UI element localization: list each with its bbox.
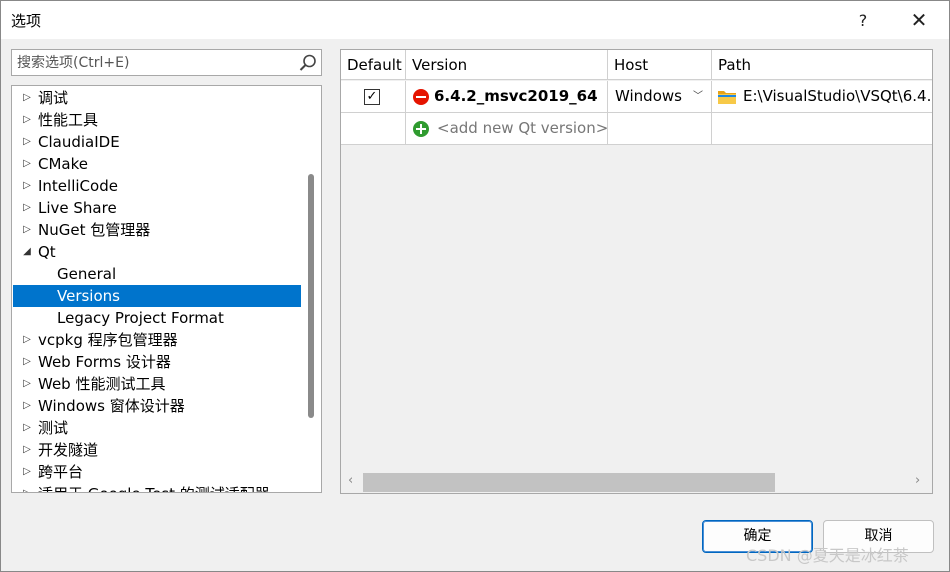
tree-item[interactable]: ▷ 测试 — [13, 417, 301, 439]
horizontal-scroll-thumb[interactable] — [363, 473, 775, 492]
close-button[interactable]: ✕ — [897, 3, 941, 37]
grid-header: Default Version Host Path — [341, 50, 932, 80]
add-version-cell[interactable]: <add new Qt version> — [406, 113, 608, 144]
search-box — [11, 49, 322, 76]
tree-item[interactable]: ▷ 调试 — [13, 87, 301, 109]
window-title: 选项 — [11, 12, 42, 30]
table-row: ✓ 6.4.2_msvc2019_64 Windows ﹀ E:\VisualS… — [341, 81, 933, 113]
tree-item[interactable]: ▷ ClaudiaIDE — [13, 131, 301, 153]
tree-item-label: Web Forms 设计器 — [38, 353, 171, 371]
expand-arrow-icon[interactable]: ▷ — [21, 219, 33, 241]
tree-item[interactable]: ▷ Web 性能测试工具 — [13, 373, 301, 395]
column-header-default[interactable]: Default — [341, 50, 406, 80]
scroll-right-icon[interactable]: › — [915, 473, 920, 488]
empty-cell — [341, 113, 406, 144]
tree-item-label: vcpkg 程序包管理器 — [38, 331, 178, 349]
scroll-left-icon[interactable]: ‹ — [348, 473, 353, 488]
expand-arrow-icon[interactable]: ▷ — [21, 373, 33, 395]
expand-arrow-icon[interactable]: ▷ — [21, 395, 33, 417]
tree-item-label: NuGet 包管理器 — [38, 221, 151, 239]
tree-item-label: Web 性能测试工具 — [38, 375, 166, 393]
watermark: CSDN @夏天是冰红茶 — [746, 546, 909, 565]
tree-scrollbar[interactable] — [308, 174, 314, 418]
chevron-down-icon[interactable]: ﹀ — [693, 81, 703, 112]
tree-item-label: Legacy Project Format — [57, 309, 224, 327]
tree-item[interactable]: ▷ Web Forms 设计器 — [13, 351, 301, 373]
tree-item[interactable]: ▷ 跨平台 — [13, 461, 301, 483]
folder-icon[interactable] — [718, 90, 736, 104]
expand-arrow-icon[interactable]: ▷ — [21, 483, 33, 492]
tree-item[interactable]: ▷ CMake — [13, 153, 301, 175]
tree-item-label: 适用于 Google Test 的测试适配器 — [38, 483, 270, 492]
title-bar: 选项 ? ✕ — [1, 1, 949, 39]
tree-item-label: CMake — [38, 155, 88, 173]
tree-item[interactable]: ▷ Live Share — [13, 197, 301, 219]
options-tree: ▷ 调试 ▷ 性能工具 ▷ ClaudiaIDE ▷ CMake ▷ IntelliCode ▷ Li… — [11, 85, 322, 493]
tree-item[interactable]: ▷ NuGet 包管理器 — [13, 219, 301, 241]
tree-item-label: IntelliCode — [38, 177, 118, 195]
column-header-version[interactable]: Version — [406, 50, 608, 80]
expand-arrow-icon[interactable]: ▷ — [21, 87, 33, 109]
empty-cell — [712, 113, 932, 144]
host-cell[interactable]: Windows ﹀ — [608, 81, 712, 112]
expand-arrow-icon[interactable]: ▷ — [21, 153, 33, 175]
help-button[interactable]: ? — [841, 3, 885, 37]
tree-item-label: Versions — [57, 287, 120, 305]
expand-arrow-icon[interactable]: ▷ — [21, 439, 33, 461]
tree-item-label: General — [57, 265, 117, 283]
error-icon — [413, 89, 429, 105]
tree-item-label: Qt — [38, 243, 56, 261]
expand-arrow-icon[interactable]: ▷ — [21, 131, 33, 153]
tree-item-label: ClaudiaIDE — [38, 133, 120, 151]
tree-item[interactable]: ▷ vcpkg 程序包管理器 — [13, 329, 301, 351]
collapse-arrow-icon[interactable]: ◢ — [21, 241, 33, 263]
tree-item-label: 性能工具 — [38, 111, 99, 129]
expand-arrow-icon[interactable]: ▷ — [21, 109, 33, 131]
tree-item-label: 测试 — [38, 419, 69, 437]
tree-item[interactable]: ◢ Qt — [13, 241, 301, 263]
path-cell[interactable]: E:\VisualStudio\VSQt\6.4.2 — [712, 81, 933, 112]
tree-item[interactable]: ▷ IntelliCode — [13, 175, 301, 197]
expand-arrow-icon[interactable]: ▷ — [21, 329, 33, 351]
default-checkbox[interactable]: ✓ — [364, 89, 380, 105]
expand-arrow-icon[interactable]: ▷ — [21, 197, 33, 219]
column-header-host[interactable]: Host — [608, 50, 712, 80]
tree-item-label: Live Share — [38, 199, 117, 217]
tree-item-label: 调试 — [38, 89, 69, 107]
horizontal-scrollbar[interactable]: ‹ › — [341, 470, 932, 493]
path-value: E:\VisualStudio\VSQt\6.4.2 — [743, 87, 933, 105]
tree-item-label: 开发隧道 — [38, 441, 99, 459]
tree-item[interactable]: ▷ 适用于 Google Test 的测试适配器 — [13, 483, 301, 492]
qt-versions-grid: Default Version Host Path ✓ 6.4.2_msvc20… — [340, 49, 933, 494]
default-cell: ✓ — [341, 81, 406, 112]
tree-item[interactable]: General — [13, 263, 301, 285]
add-version-row: <add new Qt version> — [341, 113, 932, 145]
host-value: Windows — [615, 87, 682, 105]
expand-arrow-icon[interactable]: ▷ — [21, 461, 33, 483]
empty-cell — [608, 113, 712, 144]
search-input[interactable] — [12, 50, 282, 75]
add-icon — [413, 121, 429, 137]
column-header-path[interactable]: Path — [712, 50, 932, 80]
tree-item-label: 跨平台 — [38, 463, 84, 481]
tree-item[interactable]: ▷ Windows 窗体设计器 — [13, 395, 301, 417]
tree-item-label: Windows 窗体设计器 — [38, 397, 185, 415]
search-icon[interactable] — [298, 53, 318, 73]
options-dialog: 选项 ? ✕ ▷ 调试 ▷ 性能工具 ▷ ClaudiaIDE ▷ CMake ▷ Intelli… — [0, 0, 950, 572]
version-cell[interactable]: 6.4.2_msvc2019_64 — [406, 81, 608, 112]
tree-item[interactable]: Versions — [13, 285, 301, 307]
tree-item[interactable]: ▷ 开发隧道 — [13, 439, 301, 461]
add-version-label: <add new Qt version> — [437, 119, 608, 137]
tree-item[interactable]: Legacy Project Format — [13, 307, 301, 329]
expand-arrow-icon[interactable]: ▷ — [21, 417, 33, 439]
version-name: 6.4.2_msvc2019_64 — [434, 87, 598, 105]
expand-arrow-icon[interactable]: ▷ — [21, 175, 33, 197]
expand-arrow-icon[interactable]: ▷ — [21, 351, 33, 373]
tree-item[interactable]: ▷ 性能工具 — [13, 109, 301, 131]
